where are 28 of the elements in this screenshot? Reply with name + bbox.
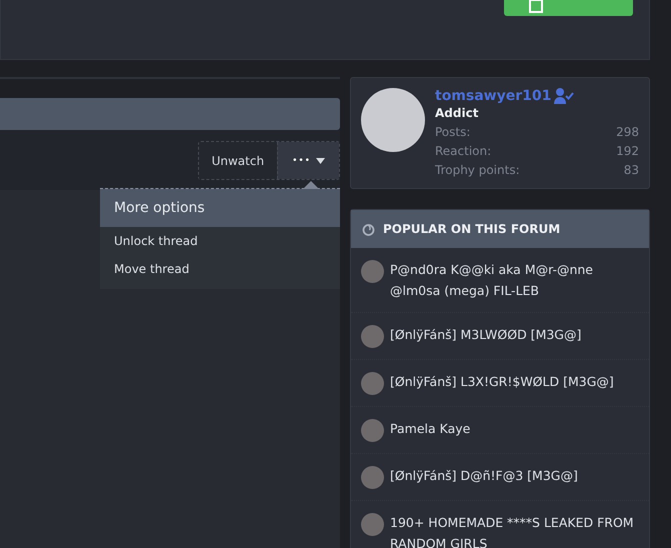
- stat-label: Reaction:: [435, 143, 492, 160]
- stat-label: Posts:: [435, 124, 470, 141]
- menu-item[interactable]: Unlock thread: [100, 227, 340, 255]
- panel-title: POPULAR ON THIS FORUM: [383, 222, 560, 236]
- thread-avatar-placeholder: [361, 513, 384, 536]
- stat-value: 298: [616, 124, 639, 141]
- menu-title: More options: [100, 189, 340, 227]
- thread-link[interactable]: Pamela Kaye: [390, 418, 470, 439]
- thread-avatar-placeholder: [361, 372, 384, 395]
- post-button[interactable]: [504, 0, 633, 16]
- user-title: Addict: [435, 106, 480, 120]
- thread-link[interactable]: 190+ HOMEMADE ****S LEAKED FROM RANDOM GIRLS: [390, 512, 639, 548]
- caret-icon: [316, 158, 325, 164]
- thread-link[interactable]: [ØnlÿFánš] M3LWØØD [M3G@]: [390, 324, 582, 345]
- stat-value: 192: [616, 143, 639, 160]
- stat-label: Trophy points:: [435, 162, 520, 179]
- document-icon: [528, 0, 544, 14]
- stat-value: 83: [624, 162, 639, 179]
- thread-avatar-placeholder: [361, 466, 384, 489]
- thread-link[interactable]: P@nd0ra K@@ki aka M@r-@nne @lm0sa (mega) FIL-LEB: [390, 259, 639, 301]
- more-options-button[interactable]: •••: [277, 142, 339, 179]
- menu-item[interactable]: Move thread: [100, 255, 340, 283]
- thread-avatar-placeholder: [361, 260, 384, 283]
- thread-link[interactable]: [ØnlÿFánš] D@ñ!F@3 [M3G@]: [390, 465, 578, 486]
- menu-pointer-icon: [303, 181, 319, 189]
- thread-link[interactable]: [ØnlÿFánš] L3X!GR!$WØLD [M3G@]: [390, 371, 614, 392]
- thread-avatar-placeholder: [361, 419, 384, 442]
- thread-avatar-placeholder: [361, 325, 384, 348]
